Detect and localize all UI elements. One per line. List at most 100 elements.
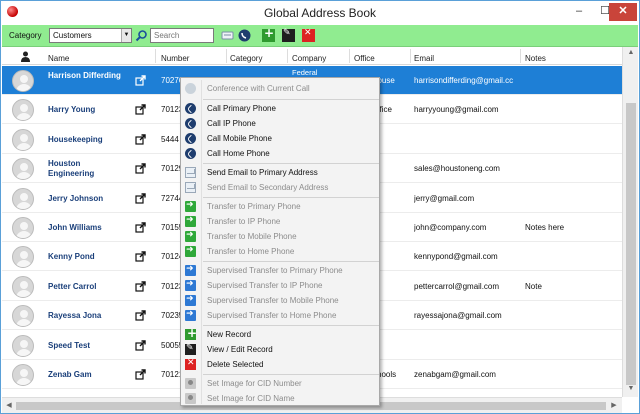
menu-transfer-home[interactable]: Transfer to Home Phone — [182, 244, 379, 259]
scroll-up-icon[interactable]: ▲ — [626, 49, 636, 59]
person-icon — [185, 378, 196, 389]
contact-notes: Notes here — [525, 223, 565, 232]
phone-icon — [185, 133, 196, 144]
column-email[interactable]: Email — [414, 54, 434, 63]
supervised-transfer-icon — [185, 294, 196, 306]
envelope-icon — [185, 167, 196, 178]
avatar — [12, 305, 34, 328]
column-notes[interactable]: Notes — [525, 54, 546, 63]
avatar — [12, 187, 34, 210]
chevron-down-icon[interactable]: ▼ — [121, 29, 131, 42]
column-number[interactable]: Number — [161, 54, 189, 63]
external-link-icon[interactable] — [135, 222, 146, 233]
contact-email: sales@houstoneng.com — [414, 164, 500, 174]
conference-icon — [185, 83, 196, 94]
menu-image-cid-number[interactable]: Set Image for CID Number — [182, 376, 379, 391]
contact-company: Federal — [292, 68, 318, 77]
scroll-left-icon[interactable]: ◀ — [4, 401, 14, 409]
contact-number: 5444 — [161, 134, 179, 144]
edit-record-icon[interactable] — [282, 28, 295, 42]
external-link-icon[interactable] — [135, 104, 146, 115]
external-link-icon[interactable] — [135, 75, 146, 86]
menu-sup-home[interactable]: Supervised Transfer to Home Phone — [182, 308, 379, 323]
menu-email-secondary[interactable]: Send Email to Secondary Address — [182, 180, 379, 195]
vertical-scrollbar[interactable]: ▲ ▼ — [622, 47, 638, 397]
card-icon[interactable] — [221, 29, 234, 42]
contact-email: jerry@gmail.com — [414, 193, 475, 203]
contact-name: Rayessa Jona — [48, 311, 102, 321]
menu-image-cid-name[interactable]: Set Image for CID Name — [182, 391, 379, 406]
contact-name: Kenny Pond — [48, 252, 95, 262]
external-link-icon[interactable] — [135, 163, 146, 174]
transfer-icon — [185, 200, 196, 212]
column-office[interactable]: Office — [354, 54, 375, 63]
external-link-icon[interactable] — [135, 310, 146, 321]
contact-name: Harrison Differding — [48, 71, 121, 80]
external-link-icon[interactable] — [135, 369, 146, 380]
new-record-icon[interactable] — [262, 26, 275, 42]
menu-email-primary[interactable]: Send Email to Primary Address — [182, 165, 379, 180]
close-button[interactable]: ✕ — [609, 3, 637, 21]
contact-name: Harry Young — [48, 105, 96, 115]
avatar — [12, 158, 34, 181]
phone-icon — [185, 103, 196, 114]
menu-call-ip[interactable]: Call IP Phone — [182, 116, 379, 131]
contact-email: harrisondifferding@gmail.cc — [414, 76, 514, 85]
global-address-book-window: Global Address Book – ☐ ✕ Category Custo… — [0, 0, 640, 414]
search-input[interactable] — [150, 28, 214, 43]
contact-email: kennypond@gmail.com — [414, 252, 498, 262]
delete-icon[interactable] — [302, 28, 315, 42]
external-link-icon[interactable] — [135, 339, 146, 351]
category-value: Customers — [53, 31, 92, 40]
menu-delete-selected[interactable]: Delete Selected — [182, 357, 379, 372]
contact-name: Housekeeping — [48, 134, 103, 144]
scroll-thumb[interactable] — [626, 103, 636, 385]
menu-sup-primary[interactable]: Supervised Transfer to Primary Phone — [182, 263, 379, 278]
column-company[interactable]: Company — [292, 54, 326, 63]
menu-sup-mobile[interactable]: Supervised Transfer to Mobile Phone — [182, 293, 379, 308]
avatar — [12, 128, 34, 151]
contact-email: harryyoung@gmail.com — [414, 105, 499, 115]
context-menu: Conference with Current Call Call Primar… — [180, 77, 380, 406]
menu-transfer-primary[interactable]: Transfer to Primary Phone — [182, 199, 379, 214]
column-name[interactable]: Name — [48, 54, 69, 63]
avatar — [12, 334, 34, 357]
toolbar: Category Customers ▼ — [2, 25, 638, 47]
category-label: Category — [9, 31, 42, 40]
scroll-down-icon[interactable]: ▼ — [626, 385, 636, 395]
search-icon[interactable] — [135, 29, 148, 42]
menu-sup-ip[interactable]: Supervised Transfer to IP Phone — [182, 278, 379, 293]
scroll-right-icon[interactable]: ▶ — [609, 401, 619, 409]
minimize-button[interactable]: – — [566, 3, 592, 21]
menu-transfer-ip[interactable]: Transfer to IP Phone — [182, 214, 379, 229]
grid-header: Name Number Category Company Office Emai… — [2, 47, 622, 65]
transfer-icon — [185, 215, 196, 227]
external-link-icon[interactable] — [135, 251, 146, 262]
menu-call-home[interactable]: Call Home Phone — [182, 146, 379, 161]
contact-name: John Williams — [48, 223, 102, 232]
supervised-transfer-icon — [185, 279, 196, 291]
contact-email: rayessajona@gmail.com — [414, 311, 502, 321]
avatar — [12, 246, 34, 269]
category-select[interactable]: Customers ▼ — [49, 28, 132, 43]
external-link-icon[interactable] — [135, 192, 146, 204]
envelope-icon — [185, 182, 196, 193]
phone-icon — [185, 118, 196, 129]
contact-email: pettercarrol@gmail.com — [414, 281, 500, 291]
title-bar: Global Address Book – ☐ ✕ — [1, 1, 639, 25]
transfer-icon — [185, 245, 196, 257]
column-category[interactable]: Category — [230, 54, 262, 63]
menu-call-mobile[interactable]: Call Mobile Phone — [182, 131, 379, 146]
person-icon — [185, 393, 196, 404]
menu-new-record[interactable]: New Record — [182, 326, 379, 342]
transfer-icon — [185, 230, 196, 242]
phone-icon[interactable] — [238, 29, 251, 42]
contact-email: zenabgam@gmail.com — [414, 370, 496, 379]
menu-call-primary[interactable]: Call Primary Phone — [182, 101, 379, 116]
contact-name: Jerry Johnson — [48, 193, 104, 203]
menu-transfer-mobile[interactable]: Transfer to Mobile Phone — [182, 229, 379, 244]
menu-view-edit[interactable]: View / Edit Record — [182, 342, 379, 357]
external-link-icon[interactable] — [135, 281, 146, 292]
menu-conference[interactable]: Conference with Current Call — [182, 81, 379, 96]
external-link-icon[interactable] — [135, 134, 146, 145]
